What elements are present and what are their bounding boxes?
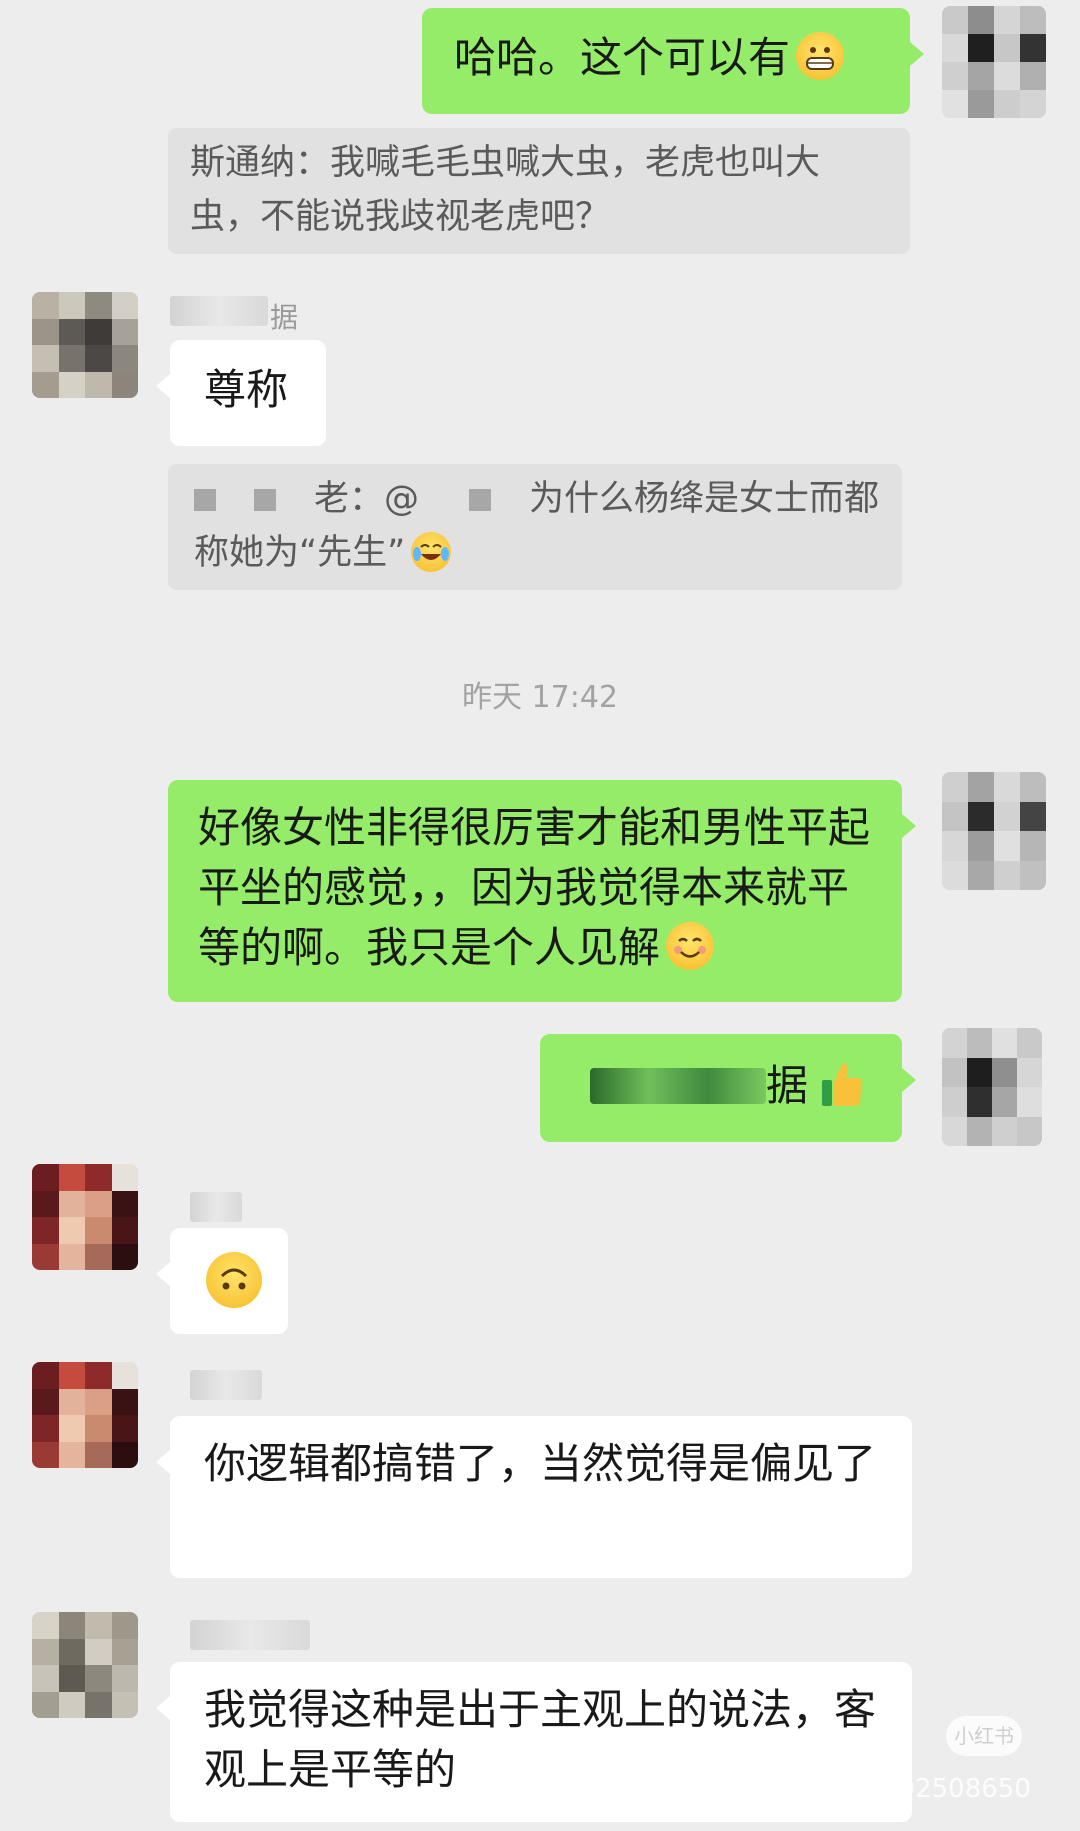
- my-avatar[interactable]: [942, 6, 1046, 118]
- quote-prefix: 老：@: [314, 479, 420, 519]
- contact-nickname-blurred: [170, 296, 268, 326]
- contact-avatar-2[interactable]: [32, 1362, 138, 1468]
- contact-avatar-3[interactable]: [32, 1612, 138, 1718]
- message-text: 哈哈。这个可以有: [454, 33, 791, 82]
- laughing-tears-icon: [411, 532, 452, 572]
- message-text: 据: [766, 1061, 809, 1110]
- message-text: 好像女性非得很厉害才能和男性平起平坐的感觉，，因为我觉得本来就平等的啊。我只是个…: [198, 803, 871, 972]
- timestamp: 昨天 17:42: [462, 680, 618, 715]
- blurred-text: [469, 489, 492, 511]
- grinning-face-icon: [796, 32, 845, 80]
- message-text: 尊称: [204, 365, 289, 414]
- contact-avatar-2[interactable]: [32, 1164, 138, 1270]
- contact-nickname: 据: [270, 301, 299, 334]
- received-message-1[interactable]: 尊称: [156, 340, 326, 446]
- quoted-message-2[interactable]: 老：@ 为什么杨绛是女士而都称她为“先生”: [168, 464, 902, 590]
- my-avatar[interactable]: [942, 1028, 1042, 1146]
- contact-nickname-blurred: [190, 1620, 310, 1650]
- thumbs-up-icon: [820, 1060, 864, 1108]
- blurred-text: [590, 1068, 766, 1104]
- sent-message-2[interactable]: 好像女性非得很厉害才能和男性平起平坐的感觉，，因为我觉得本来就平等的啊。我只是个…: [168, 780, 916, 1002]
- quote-text: 为什么杨绛是女士而都称她为“先生”: [194, 479, 880, 573]
- message-text: 你逻辑都搞错了，当然觉得是偏见了: [204, 1439, 877, 1488]
- quoted-message-1[interactable]: 斯通纳：我喊毛毛虫喊大虫，老虎也叫大虫，不能说我歧视老虎吧？: [168, 128, 910, 254]
- received-message-2[interactable]: [156, 1228, 288, 1334]
- sent-message-1[interactable]: 哈哈。这个可以有: [422, 8, 924, 114]
- my-avatar[interactable]: [942, 772, 1046, 890]
- watermark-id: 小红书号：592508650: [752, 1774, 1031, 1804]
- contact-nickname-blurred: [190, 1370, 262, 1400]
- smiling-face-icon: [666, 922, 715, 970]
- contact-avatar-1[interactable]: [32, 292, 138, 398]
- blurred-text: [194, 489, 216, 511]
- watermark-logo: 小红书: [946, 1716, 1022, 1756]
- contact-nickname-blurred: [190, 1192, 242, 1222]
- blurred-text: [254, 489, 276, 511]
- quote-text: 斯通纳：我喊毛毛虫喊大虫，老虎也叫大虫，不能说我歧视老虎吧？: [190, 143, 821, 237]
- received-message-3[interactable]: 你逻辑都搞错了，当然觉得是偏见了: [156, 1416, 912, 1578]
- upside-down-face-icon: [206, 1252, 262, 1308]
- sent-message-3[interactable]: 据: [540, 1034, 916, 1142]
